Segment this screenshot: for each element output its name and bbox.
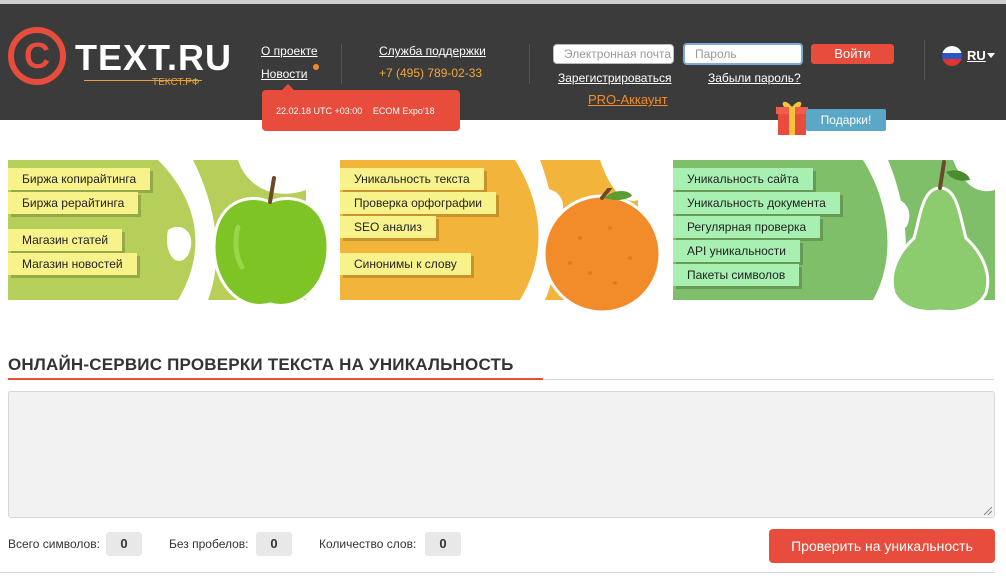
tag-news-shop[interactable]: Магазин новостей bbox=[8, 253, 137, 275]
no-spaces-value: 0 bbox=[256, 532, 292, 556]
pro-account-link[interactable]: PRO-Аккаунт bbox=[588, 92, 668, 107]
login-button[interactable]: Войти bbox=[811, 44, 894, 64]
tag-article-shop[interactable]: Магазин статей bbox=[8, 229, 123, 251]
tag-site-uniqueness[interactable]: Уникальность сайта bbox=[673, 168, 813, 190]
nav-news-link[interactable]: Новости bbox=[261, 67, 307, 81]
bottom-divider bbox=[0, 572, 995, 573]
title-underline-rest bbox=[543, 379, 994, 380]
resize-handle-icon[interactable] bbox=[984, 507, 992, 515]
russian-flag-icon[interactable] bbox=[942, 46, 962, 66]
tag-synonyms[interactable]: Синонимы к слову bbox=[340, 253, 471, 275]
nav-about-link[interactable]: О проекте bbox=[261, 44, 318, 58]
gift-icon[interactable] bbox=[776, 97, 808, 135]
gifts-button[interactable]: Подарки! bbox=[806, 109, 886, 131]
page-title: ОНЛАЙН-СЕРВИС ПРОВЕРКИ ТЕКСТА НА УНИКАЛЬ… bbox=[8, 355, 514, 374]
tag-regular-check[interactable]: Регулярная проверка bbox=[673, 216, 821, 238]
apple-icon bbox=[212, 176, 330, 307]
header-divider bbox=[529, 44, 530, 84]
logo-subtitle: ТЕКСТ.РФ bbox=[152, 77, 200, 88]
word-count-value: 0 bbox=[425, 532, 461, 556]
total-chars-value: 0 bbox=[106, 532, 142, 556]
tag-api-uniqueness[interactable]: API уникальности bbox=[673, 240, 800, 262]
event-name: ECOM Expo'18 bbox=[372, 106, 435, 116]
email-input[interactable]: Электронная почта bbox=[553, 44, 674, 64]
no-spaces-label: Без пробелов: bbox=[169, 537, 249, 551]
news-indicator-icon bbox=[313, 64, 319, 70]
tag-rewriting-exchange[interactable]: Биржа рерайтинга bbox=[8, 192, 139, 214]
orange-icon bbox=[542, 188, 662, 314]
event-announcement[interactable]: 22.02.18 UTC +03:00 ECOM Expo'18 bbox=[262, 84, 460, 131]
password-input[interactable]: Пароль bbox=[683, 43, 803, 65]
title-underline bbox=[8, 378, 543, 380]
event-date: 22.02.18 UTC +03:00 bbox=[276, 106, 363, 116]
word-count-label: Количество слов: bbox=[319, 537, 417, 551]
tag-symbol-packages[interactable]: Пакеты символов bbox=[673, 264, 800, 286]
header-divider bbox=[341, 44, 342, 84]
language-selector[interactable]: RU bbox=[967, 48, 986, 63]
tag-document-uniqueness[interactable]: Уникальность документа bbox=[673, 192, 840, 214]
tag-copywriting-exchange[interactable]: Биржа копирайтинга bbox=[8, 168, 151, 190]
header-divider bbox=[924, 40, 925, 80]
tag-text-uniqueness[interactable]: Уникальность текста bbox=[340, 168, 484, 190]
page: C TEXT.RU ТЕКСТ.РФ О проекте Новости Слу… bbox=[0, 0, 1006, 579]
tag-spell-check[interactable]: Проверка орфографии bbox=[340, 192, 496, 214]
nav-support-link[interactable]: Служба поддержки bbox=[379, 44, 486, 58]
check-uniqueness-button[interactable]: Проверить на уникальность bbox=[769, 529, 995, 563]
event-pointer bbox=[282, 84, 294, 90]
text-input-area[interactable] bbox=[8, 391, 995, 518]
logo-text[interactable]: TEXT.RU bbox=[75, 37, 232, 79]
tag-seo-analysis[interactable]: SEO анализ bbox=[340, 216, 436, 238]
logo-copyright-icon[interactable]: C bbox=[8, 27, 66, 85]
pear-icon bbox=[890, 160, 990, 313]
phone-number: +7 (495) 789-02-33 bbox=[379, 66, 483, 80]
total-chars-label: Всего символов: bbox=[8, 537, 100, 551]
chevron-down-icon[interactable] bbox=[987, 53, 995, 58]
register-link[interactable]: Зарегистрироваться bbox=[558, 71, 671, 85]
forgot-password-link[interactable]: Забыли пароль? bbox=[708, 71, 801, 85]
